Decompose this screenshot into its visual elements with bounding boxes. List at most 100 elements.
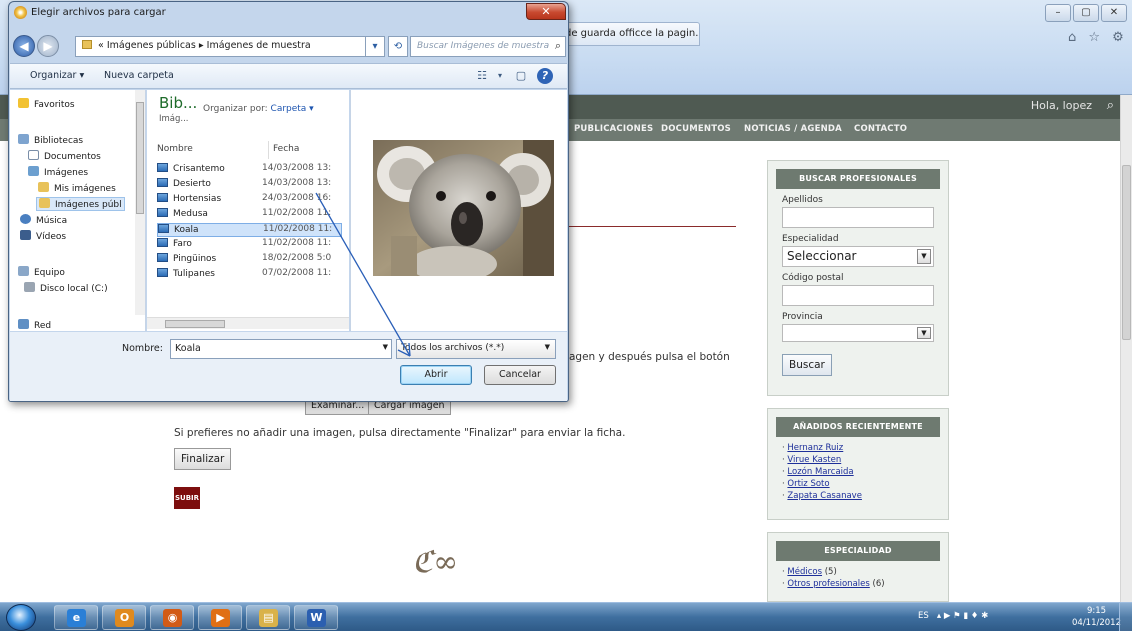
dialog-search-input[interactable]: Buscar Imágenes de muestra ⌕	[410, 36, 566, 57]
file-row[interactable]: Hortensias 24/03/2008 16:	[157, 193, 342, 207]
specialty-link[interactable]: Otros profesionales	[787, 579, 869, 589]
nav-mis-imagenes[interactable]: Mis imágenes	[38, 182, 116, 194]
nav-musica[interactable]: Música	[20, 214, 67, 226]
chevron-down-icon[interactable]: ▼	[545, 343, 550, 351]
nav-favoritos[interactable]: Favoritos	[18, 98, 75, 110]
language-indicator[interactable]: ES	[918, 611, 929, 621]
specialty-panel-title: ESPECIALIDAD	[776, 541, 940, 561]
taskbar-explorer[interactable]: ▤	[246, 605, 290, 630]
dialog-close-button[interactable]: ✕	[526, 3, 566, 20]
browser-tab[interactable]: de guarda officce la pagin...	[558, 22, 700, 46]
taskbar-outlook[interactable]: O	[102, 605, 146, 630]
image-file-icon	[157, 238, 168, 247]
buscar-button[interactable]: Buscar	[782, 354, 832, 376]
file-row[interactable]: Medusa 11/02/2008 11:	[157, 208, 342, 222]
filetype-select[interactable]: Todos los archivos (*.*) ▼	[396, 339, 556, 359]
search-icon[interactable]: ⌕	[555, 39, 561, 53]
nav-red[interactable]: Red	[18, 319, 51, 331]
file-row[interactable]: Faro 11/02/2008 11:	[157, 238, 342, 252]
scrollbar-thumb[interactable]	[165, 320, 225, 328]
file-row-selected[interactable]: Koala 11/02/2008 11:	[157, 223, 342, 237]
column-header-nombre[interactable]: Nombre	[155, 141, 269, 159]
especialidad-select[interactable]: Seleccionar ▼	[782, 246, 934, 267]
nav-equipo[interactable]: Equipo	[18, 266, 65, 278]
cancelar-button[interactable]: Cancelar	[484, 365, 556, 385]
taskbar-ie[interactable]: e	[54, 605, 98, 630]
maximize-button[interactable]: ▢	[1073, 4, 1099, 22]
nav-bibliotecas[interactable]: Bibliotecas	[18, 134, 83, 146]
tray-icons[interactable]: ▴ ▶ ⚑ ▮ ♦ ✱	[937, 611, 988, 621]
back-arrow-icon[interactable]: ◀	[13, 35, 35, 57]
filename-input[interactable]: Koala ▼	[170, 339, 392, 359]
breadcrumb-separator[interactable]: ▸	[199, 40, 204, 51]
media-player-icon: ▶	[211, 609, 230, 627]
refresh-icon[interactable]: ⟲	[388, 36, 408, 57]
apellidos-input[interactable]	[782, 207, 934, 228]
nav-contacto[interactable]: CONTACTO	[854, 124, 907, 134]
start-button[interactable]	[6, 604, 36, 631]
organizar-button[interactable]: Organizar ▾	[30, 70, 84, 81]
file-row[interactable]: Pingüinos 18/02/2008 5:0	[157, 253, 342, 267]
abrir-button[interactable]: Abrir	[400, 365, 472, 385]
column-header-fecha[interactable]: Fecha	[271, 141, 349, 159]
subir-button[interactable]: SUBIR	[174, 487, 200, 509]
taskbar-firefox[interactable]: ◉	[150, 605, 194, 630]
provincia-select[interactable]: ▼	[782, 324, 934, 342]
recent-link[interactable]: Lozón Marcaida	[787, 467, 853, 477]
recent-link[interactable]: Zapata Casanave	[787, 491, 862, 501]
filetype-value: Todos los archivos (*.*)	[401, 343, 505, 353]
outlook-icon: O	[115, 609, 134, 627]
dialog-title: Elegir archivos para cargar	[31, 7, 166, 18]
recent-link[interactable]: Virue Kasten	[787, 455, 841, 465]
chevron-down-icon[interactable]: ▾	[492, 68, 508, 84]
taskbar-word[interactable]: W	[294, 605, 338, 630]
nav-publicaciones[interactable]: PUBLICACIONES	[574, 124, 653, 134]
search-panel: BUSCAR PROFESIONALES Apellidos Especiali…	[767, 160, 949, 396]
nav-documentos[interactable]: Documentos	[28, 150, 101, 162]
user-greeting[interactable]: Hola, lopez	[1031, 99, 1092, 112]
forward-arrow-icon[interactable]: ▶	[37, 35, 59, 57]
list-item: · Virue Kasten	[782, 455, 842, 465]
recent-link[interactable]: Hernanz Ruiz	[787, 443, 843, 453]
file-list-hscrollbar[interactable]	[147, 317, 349, 329]
recent-link[interactable]: Ortiz Soto	[787, 479, 829, 489]
file-row[interactable]: Crisantemo 14/03/2008 13:	[157, 163, 342, 177]
codigo-postal-input[interactable]	[782, 285, 934, 306]
close-window-button[interactable]: ✕	[1101, 4, 1127, 22]
search-icon[interactable]: ⌕	[1107, 98, 1114, 113]
nav-disco-local[interactable]: Disco local (C:)	[24, 282, 108, 294]
library-subtitle: Imág...	[159, 114, 189, 124]
chevron-down-icon[interactable]: ▼	[917, 327, 931, 339]
file-row[interactable]: Tulipanes 07/02/2008 11:	[157, 268, 342, 282]
help-icon[interactable]: ?	[537, 68, 553, 84]
nueva-carpeta-button[interactable]: Nueva carpeta	[104, 70, 174, 81]
breadcrumb-overflow[interactable]: «	[98, 40, 104, 51]
chevron-down-icon[interactable]: ▼	[917, 249, 931, 264]
file-row[interactable]: Desierto 14/03/2008 13:	[157, 178, 342, 192]
chevron-down-icon[interactable]: ▼	[383, 343, 388, 351]
show-desktop-button[interactable]	[1119, 603, 1132, 631]
nav-imagenes-publicas[interactable]: Imágenes públ	[36, 197, 125, 211]
nav-documentos[interactable]: DOCUMENTOS	[661, 124, 731, 134]
organize-by-dropdown[interactable]: Carpeta ▾	[271, 104, 314, 114]
system-tray[interactable]: ES ▴ ▶ ⚑ ▮ ♦ ✱	[918, 611, 988, 621]
nav-noticias[interactable]: NOTICIAS / AGENDA	[744, 124, 842, 134]
address-dropdown-icon[interactable]: ▾	[365, 36, 385, 57]
scrollbar-thumb[interactable]	[136, 102, 144, 214]
specialty-link[interactable]: Médicos	[787, 567, 822, 577]
nav-videos[interactable]: Vídeos	[20, 230, 66, 242]
minimize-button[interactable]: –	[1045, 4, 1071, 22]
breadcrumb-part[interactable]: Imágenes públicas	[107, 40, 196, 51]
taskbar-media-player[interactable]: ▶	[198, 605, 242, 630]
browser-toolbar-icons[interactable]: ⌂ ☆ ⚙	[1068, 30, 1128, 45]
finalizar-button[interactable]: Finalizar	[174, 448, 232, 470]
page-scrollbar[interactable]	[1120, 95, 1132, 602]
view-options-icon[interactable]: ☷	[474, 68, 490, 84]
clock[interactable]: 9:15 04/11/2012	[1072, 605, 1121, 629]
nav-imagenes[interactable]: Imágenes	[28, 166, 88, 178]
scrollbar-thumb[interactable]	[1122, 165, 1131, 340]
nav-pane-scrollbar[interactable]	[135, 90, 145, 315]
preview-pane-icon[interactable]: ▢	[513, 68, 529, 84]
address-bar[interactable]: « Imágenes públicas ▸ Imágenes de muestr…	[75, 36, 385, 57]
breadcrumb-part[interactable]: Imágenes de muestra	[207, 40, 311, 51]
